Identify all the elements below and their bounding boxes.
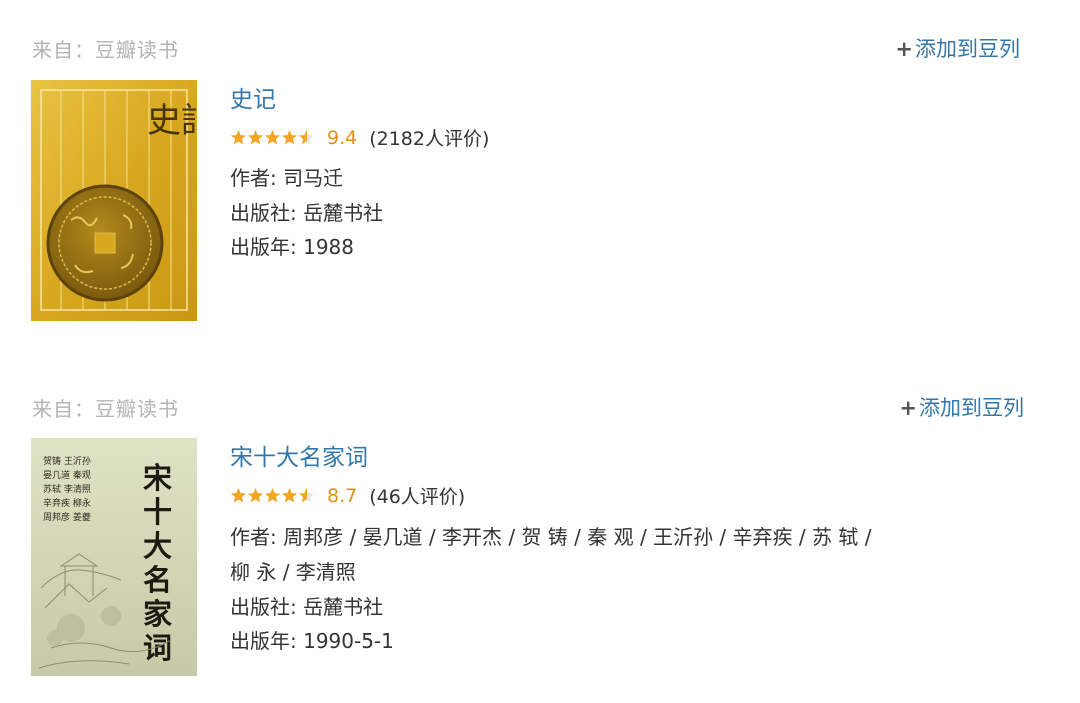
cover-names: 贺铸 王沂孙 — [43, 455, 91, 467]
book-cover[interactable]: 史記 — [31, 80, 197, 321]
book-author-line: 作者: 周邦彦 / 晏几道 / 李开杰 / 贺 铸 / 秦 观 / 王沂孙 / … — [230, 525, 872, 549]
cover-names: 苏轼 李清照 — [43, 483, 91, 495]
book-year: 出版年: 1988 — [230, 235, 354, 259]
star-icon — [264, 487, 281, 504]
star-icon — [247, 487, 264, 504]
book-publisher: 出版社: 岳麓书社 — [230, 201, 384, 225]
book-title-link[interactable]: 史记 — [230, 80, 276, 114]
cover-names: 晏几道 秦观 — [43, 469, 91, 481]
rating-score: 8.7 — [327, 484, 358, 507]
svg-text:名: 名 — [143, 563, 172, 597]
rating-stars — [230, 129, 315, 146]
book-title-link[interactable]: 宋十大名家词 — [230, 438, 368, 472]
add-to-doulist-button[interactable]: +添加到豆列 — [899, 392, 1024, 422]
rating-stars — [230, 487, 315, 504]
source-label: 来自：豆瓣读书 — [32, 38, 179, 62]
plus-icon: + — [899, 396, 917, 420]
rating: 9.4 (2182人评价) — [230, 124, 489, 151]
cover-title-char: 史記 — [147, 101, 197, 141]
rating-count: (46人评价) — [369, 486, 466, 508]
book-author: 作者: 司马迁 — [230, 166, 344, 190]
source-label: 来自：豆瓣读书 — [32, 397, 179, 421]
add-to-doulist-button[interactable]: +添加到豆列 — [895, 33, 1020, 63]
star-icon — [281, 487, 298, 504]
book-year: 出版年: 1990-5-1 — [230, 629, 394, 653]
svg-text:宋: 宋 — [143, 461, 172, 495]
book-author-line: 柳 永 / 李清照 — [230, 560, 356, 584]
star-icon — [230, 487, 247, 504]
star-icon — [281, 129, 298, 146]
rating-score: 9.4 — [327, 126, 358, 149]
book-card: 来自：豆瓣读书 +添加到豆列 贺铸 王沂孙 晏几道 秦观 苏轼 李清照 辛弃疾 … — [0, 360, 1080, 700]
svg-text:词: 词 — [143, 631, 172, 665]
star-icon — [264, 129, 281, 146]
star-icon — [298, 129, 315, 146]
svg-text:十: 十 — [143, 495, 172, 529]
cover-names: 周邦彦 姜夔 — [43, 511, 91, 523]
svg-text:大: 大 — [143, 529, 172, 563]
rating: 8.7 (46人评价) — [230, 482, 465, 509]
star-icon — [247, 129, 264, 146]
book-publisher: 出版社: 岳麓书社 — [230, 595, 384, 619]
cover-names: 辛弃疾 柳永 — [43, 497, 91, 509]
book-cover[interactable]: 贺铸 王沂孙 晏几道 秦观 苏轼 李清照 辛弃疾 柳永 周邦彦 姜夔 宋 十 大… — [31, 438, 197, 676]
star-icon — [298, 487, 315, 504]
rating-count: (2182人评价) — [369, 128, 490, 150]
book-card: 来自：豆瓣读书 +添加到豆列 史 史记 9.4 (2182人评价) 作者: 司马… — [0, 0, 1080, 340]
add-to-doulist-label: 添加到豆列 — [919, 396, 1024, 420]
svg-text:家: 家 — [143, 597, 172, 631]
plus-icon: + — [895, 37, 913, 61]
book-author: 作者: 周邦彦 / 晏几道 / 李开杰 / 贺 铸 / 秦 观 / 王沂孙 / … — [230, 520, 930, 590]
add-to-doulist-label: 添加到豆列 — [915, 37, 1020, 61]
star-icon — [230, 129, 247, 146]
